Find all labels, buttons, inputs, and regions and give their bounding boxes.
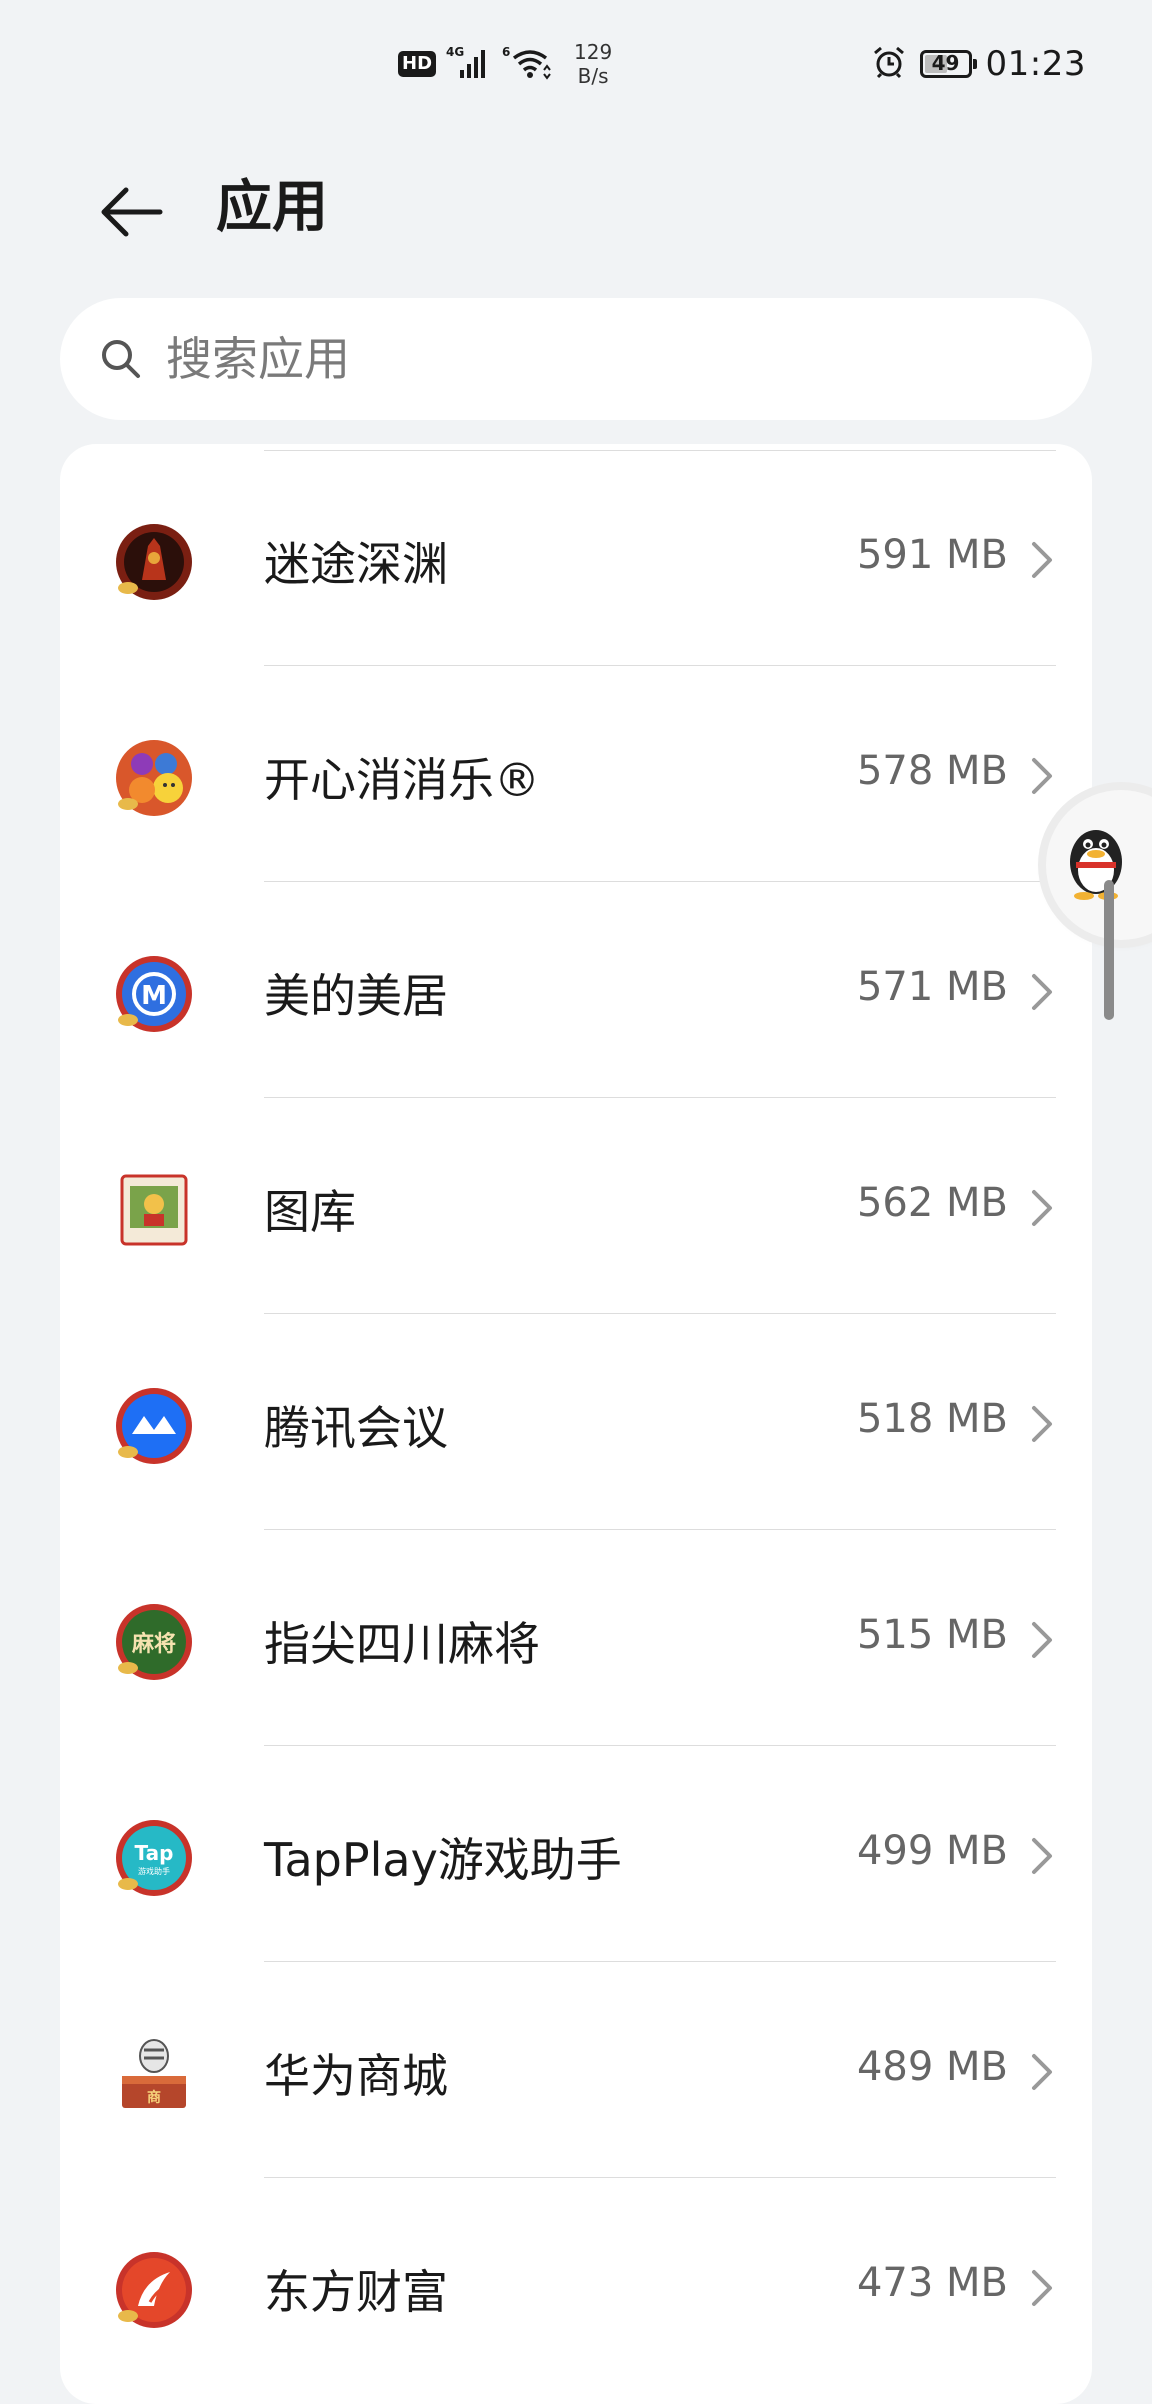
app-size: 562 MB — [856, 1180, 1008, 1226]
app-size: 515 MB — [856, 1612, 1008, 1658]
status-right: 49 01:23 — [872, 44, 1086, 84]
app-size: 489 MB — [856, 2044, 1008, 2090]
list-item[interactable]: 东方财富 473 MB — [60, 2178, 1092, 2394]
app-size: 499 MB — [856, 1828, 1008, 1874]
app-icon-meiju: M — [116, 956, 192, 1032]
svg-text:4G: 4G — [446, 45, 464, 59]
search-input[interactable] — [164, 331, 1048, 387]
app-name: TapPlay游戏助手 — [264, 1833, 622, 1887]
list-item[interactable]: 腾讯会议 518 MB — [60, 1314, 1092, 1530]
list-item[interactable]: 麻将 指尖四川麻将 515 MB — [60, 1530, 1092, 1746]
svg-text:麻将: 麻将 — [131, 1631, 176, 1657]
app-icon-mitu — [116, 524, 192, 600]
app-name: 图库 — [264, 1185, 356, 1239]
list-item[interactable]: 开心消消乐® 578 MB — [60, 666, 1092, 882]
status-bar: HD 4G 6 129 B/s 49 01:23 — [0, 0, 1152, 130]
app-icon-majiang: 麻将 — [116, 1604, 192, 1680]
app-header: 应用 — [0, 140, 1152, 250]
svg-text:商: 商 — [147, 2089, 161, 2106]
chevron-right-icon — [1032, 1622, 1052, 1658]
alarm-icon — [872, 45, 906, 83]
app-icon-xiaoxiaole — [116, 740, 192, 816]
app-name: 迷途深渊 — [264, 537, 448, 591]
app-size: 591 MB — [856, 532, 1008, 578]
app-size: 518 MB — [856, 1396, 1008, 1442]
arrow-left-icon — [101, 187, 163, 237]
scrollbar-thumb[interactable] — [1104, 880, 1114, 1020]
network-speed-unit: B/s — [577, 64, 609, 88]
search-icon — [102, 340, 140, 378]
hd-badge: HD — [398, 51, 437, 77]
svg-text:游戏助手: 游戏助手 — [138, 1866, 170, 1876]
floating-qq-bubble[interactable] — [1046, 790, 1152, 940]
app-name: 开心消消乐® — [264, 753, 540, 807]
chevron-right-icon — [1032, 1406, 1052, 1442]
chevron-right-icon — [1032, 2054, 1052, 2090]
list-item[interactable]: 商 华为商城 489 MB — [60, 1962, 1092, 2178]
chevron-right-icon — [1032, 542, 1052, 578]
page-title: 应用 — [216, 175, 328, 240]
app-icon-tapplay: Tap 游戏助手 — [116, 1820, 192, 1896]
app-icon-huawei-store: 商 — [122, 2039, 186, 2108]
app-list: 迷途深渊 591 MB 开心消消乐® 578 MB M 美的美居 571 MB … — [60, 444, 1092, 2404]
list-item[interactable]: 图库 562 MB — [60, 1098, 1092, 1314]
battery-level: 49 — [931, 51, 960, 75]
app-name: 华为商城 — [264, 2049, 448, 2103]
app-name: 美的美居 — [264, 969, 448, 1023]
app-icon-gallery — [120, 1174, 188, 1246]
list-item[interactable]: 迷途深渊 591 MB — [60, 450, 1092, 666]
chevron-right-icon — [1032, 974, 1052, 1010]
app-icon-eastmoney — [116, 2252, 192, 2328]
app-name: 东方财富 — [264, 2265, 448, 2319]
list-item[interactable]: M 美的美居 571 MB — [60, 882, 1092, 1098]
svg-text:M: M — [141, 981, 167, 1011]
svg-text:Tap: Tap — [135, 1841, 174, 1865]
network-speed-value: 129 — [574, 40, 613, 64]
app-size: 571 MB — [856, 964, 1008, 1010]
battery-icon: 49 — [919, 50, 977, 78]
status-indicators: HD 4G 6 129 B/s — [398, 40, 612, 88]
qq-penguin-icon — [1070, 830, 1122, 900]
list-item[interactable]: Tap 游戏助手 TapPlay游戏助手 499 MB — [60, 1746, 1092, 1962]
search-bar[interactable] — [60, 298, 1092, 420]
status-time: 01:23 — [985, 44, 1086, 84]
chevron-right-icon — [1032, 1190, 1052, 1226]
chevron-right-icon — [1032, 758, 1052, 794]
wifi-icon: 6 — [502, 44, 552, 84]
app-size: 578 MB — [856, 748, 1008, 794]
chevron-right-icon — [1032, 2270, 1052, 2306]
app-name: 指尖四川麻将 — [264, 1617, 540, 1671]
app-icon-tencent-meeting — [116, 1388, 192, 1464]
svg-text:6: 6 — [502, 45, 510, 59]
chevron-right-icon — [1032, 1838, 1052, 1874]
cellular-signal-icon: 4G — [446, 44, 492, 84]
app-name: 腾讯会议 — [264, 1401, 448, 1455]
app-size: 473 MB — [856, 2260, 1008, 2306]
back-button[interactable] — [80, 160, 184, 264]
network-speed: 129 B/s — [574, 40, 612, 88]
